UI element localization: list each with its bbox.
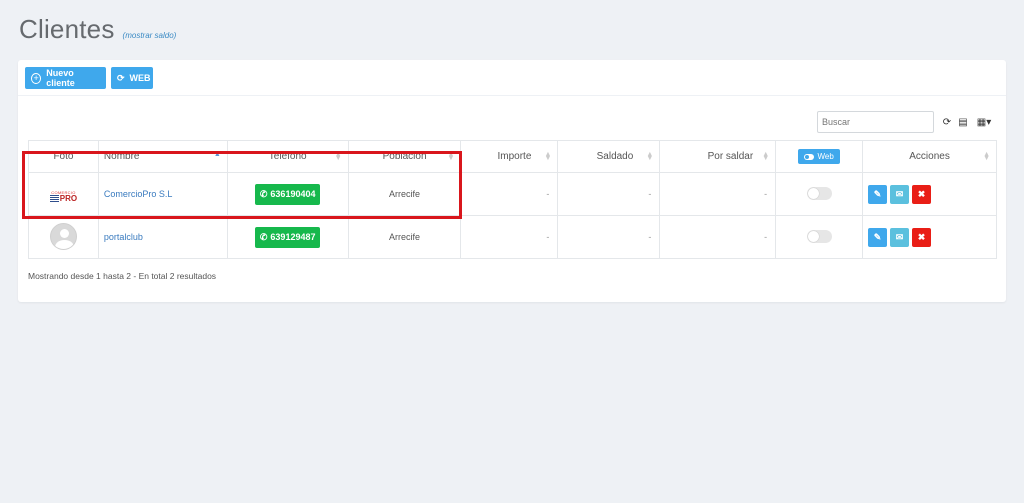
col-web: Web: [775, 140, 864, 173]
new-client-button[interactable]: + Nuevo cliente: [25, 67, 106, 89]
phone-cell: ✆ 636190404: [226, 172, 349, 216]
search-input[interactable]: [817, 111, 934, 133]
sort-icon: ▲ ▼: [544, 151, 552, 162]
col-name[interactable]: Nombre ▲: [97, 140, 228, 173]
web-cell: [775, 172, 864, 216]
page-header: Clientes (mostrar saldo): [19, 14, 176, 45]
amount-cell: -: [460, 215, 559, 259]
whatsapp-button[interactable]: ✆ 636190404: [254, 183, 321, 205]
paid-cell: -: [557, 215, 661, 259]
paid-cell: -: [557, 172, 661, 216]
card-toolbar: + Nuevo cliente ⟳ WEB: [18, 60, 1006, 96]
col-amount[interactable]: Importe ▲ ▼: [460, 140, 559, 173]
envelope-icon: ✉: [895, 231, 904, 242]
web-cell: [775, 215, 864, 259]
col-pending[interactable]: Por saldar ▲ ▼: [659, 140, 777, 173]
sort-icon: ▲ ▼: [983, 151, 990, 162]
sort-icon: ▲ ▼: [447, 151, 455, 162]
show-balance-link[interactable]: (mostrar saldo): [123, 31, 177, 40]
pending-cell: -: [659, 215, 777, 259]
default-avatar: [49, 222, 77, 250]
city-cell: Arrecife: [347, 215, 462, 259]
email-button[interactable]: ✉: [890, 184, 910, 204]
columns-toggle-icon[interactable]: ▦▾: [973, 114, 995, 130]
pagination-summary: Mostrando desde 1 hasta 2 - En total 2 r…: [28, 271, 217, 281]
edit-icon: ✎: [873, 188, 882, 199]
web-toggle[interactable]: [806, 229, 832, 243]
close-icon: ✖: [917, 231, 926, 242]
actions-cell: ✎ ✉ ✖: [862, 172, 997, 216]
toggle-icon: [804, 153, 815, 160]
sort-icon: ▲ ▼: [762, 151, 770, 162]
sort-icon: ▲ ▼: [646, 151, 654, 162]
actions-cell: ✎ ✉ ✖: [862, 215, 997, 259]
table-row: portalclub ✆ 639129487 Arrecife - - - ✎ …: [28, 215, 997, 259]
refresh-icon: ⟳: [117, 72, 125, 83]
delete-button[interactable]: ✖: [912, 227, 932, 247]
table-header-row: Foto Nombre ▲ Teléfono ▲ ▼ Población ▲ ▼ Impo…: [28, 140, 997, 173]
clients-table: Foto Nombre ▲ Teléfono ▲ ▼ Población ▲ ▼ Impo…: [28, 140, 997, 259]
refresh-table-icon[interactable]: ⟳: [940, 114, 954, 130]
edit-button[interactable]: ✎: [868, 184, 888, 204]
whatsapp-button[interactable]: ✆ 639129487: [254, 226, 321, 248]
envelope-icon: ✉: [895, 188, 904, 199]
photo-cell: COMERCIO PRO: [28, 172, 99, 216]
phone-cell: ✆ 639129487: [226, 215, 349, 259]
close-icon: ✖: [917, 188, 926, 199]
clients-card: + Nuevo cliente ⟳ WEB ⟳ ▤ ▦▾ Foto Nombre…: [18, 60, 1006, 302]
export-icon[interactable]: ▤: [956, 114, 970, 130]
sort-asc-icon: ▲: [213, 151, 221, 158]
col-paid[interactable]: Saldado ▲ ▼: [557, 140, 661, 173]
col-actions[interactable]: Acciones ▲ ▼: [862, 140, 997, 173]
web-header-toggle[interactable]: Web: [798, 149, 840, 164]
sort-icon: ▲ ▼: [334, 151, 342, 162]
col-city[interactable]: Población ▲ ▼: [347, 140, 462, 173]
edit-icon: ✎: [873, 231, 882, 242]
comerciopro-logo: COMERCIO PRO: [49, 189, 78, 203]
web-label: WEB: [129, 73, 151, 83]
client-name[interactable]: ComercioPro S.L: [97, 172, 228, 216]
new-client-label: Nuevo cliente: [46, 68, 75, 88]
col-photo[interactable]: Foto: [28, 140, 99, 173]
email-button[interactable]: ✉: [890, 227, 910, 247]
client-name[interactable]: portalclub: [97, 215, 228, 259]
col-phone[interactable]: Teléfono ▲ ▼: [226, 140, 349, 173]
whatsapp-icon: ✆: [259, 188, 268, 199]
web-sync-button[interactable]: ⟳ WEB: [111, 67, 153, 89]
table-row: COMERCIO PRO ComercioPro S.L ✆ 636190404…: [28, 172, 997, 216]
page-title: Clientes: [19, 14, 115, 44]
city-cell: Arrecife: [347, 172, 462, 216]
delete-button[interactable]: ✖: [912, 184, 932, 204]
photo-cell: [28, 215, 99, 259]
pending-cell: -: [659, 172, 777, 216]
amount-cell: -: [460, 172, 559, 216]
edit-button[interactable]: ✎: [868, 227, 888, 247]
whatsapp-icon: ✆: [259, 231, 268, 242]
web-toggle[interactable]: [806, 186, 832, 200]
plus-circle-icon: +: [31, 72, 42, 84]
